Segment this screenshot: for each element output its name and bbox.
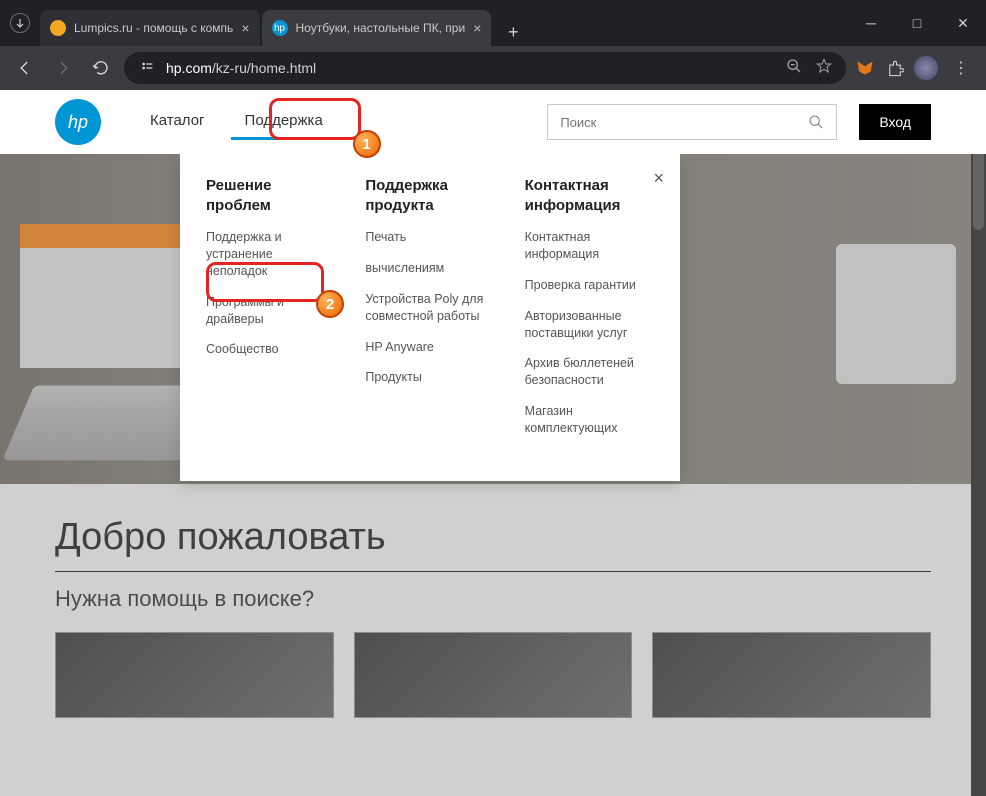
dd-link-print[interactable]: Печать xyxy=(365,229,494,246)
dd-link-products[interactable]: Продукты xyxy=(365,369,494,386)
search-input[interactable] xyxy=(560,115,808,130)
dd-link-poly[interactable]: Устройства Poly для совместной работы xyxy=(365,291,494,325)
nav-catalog[interactable]: Каталог xyxy=(136,104,219,140)
annotation-badge-2: 2 xyxy=(316,290,344,318)
dd-title: Решение проблем xyxy=(206,176,335,215)
new-tab-button[interactable]: + xyxy=(499,18,527,46)
annotation-badge-1: 1 xyxy=(353,130,381,158)
browser-tabs: Lumpics.ru - помощь с компь × hp Ноутбук… xyxy=(40,0,848,46)
extensions-icon[interactable] xyxy=(884,57,906,79)
support-dropdown: × Решение проблем Поддержка и устранение… xyxy=(180,154,680,481)
maximize-button[interactable]: □ xyxy=(894,0,940,46)
dd-link-anyware[interactable]: HP Anyware xyxy=(365,339,494,356)
metamask-icon[interactable] xyxy=(854,57,876,79)
dd-link-store[interactable]: Магазин комплектующих xyxy=(525,403,654,437)
back-button[interactable] xyxy=(10,53,40,83)
dd-link-compute[interactable]: вычислениям xyxy=(365,260,494,277)
annotation-box-1 xyxy=(269,98,361,140)
hp-nav: Каталог Поддержка 1 xyxy=(136,104,337,140)
forward-button[interactable] xyxy=(48,53,78,83)
login-button[interactable]: Вход xyxy=(859,104,931,140)
hp-search[interactable] xyxy=(547,104,837,140)
dd-title: Контактная информация xyxy=(525,176,654,215)
dd-title: Поддержка продукта xyxy=(365,176,494,215)
page-viewport: hp Каталог Поддержка 1 Вход × Решение пр… xyxy=(0,90,986,796)
minimize-button[interactable]: ─ xyxy=(848,0,894,46)
window-titlebar: Lumpics.ru - помощь с компь × hp Ноутбук… xyxy=(0,0,986,46)
tab-search-button[interactable] xyxy=(10,13,30,33)
favicon-hp: hp xyxy=(272,20,288,36)
site-info-icon[interactable] xyxy=(138,59,156,77)
dropdown-col-contact: Контактная информация Контактная информа… xyxy=(525,176,654,451)
address-bar[interactable]: hp.com/kz-ru/home.html xyxy=(124,52,846,84)
dd-link-authorized[interactable]: Авторизованные поставщики услуг xyxy=(525,308,654,342)
dd-link-bulletins[interactable]: Архив бюллетеней безопасности xyxy=(525,355,654,389)
close-icon[interactable]: × xyxy=(241,20,249,36)
window-controls: ─ □ ✕ xyxy=(848,0,986,46)
dropdown-close-icon[interactable]: × xyxy=(653,168,664,189)
hp-logo[interactable]: hp xyxy=(55,99,101,145)
dd-link-warranty[interactable]: Проверка гарантии xyxy=(525,277,654,294)
close-icon[interactable]: × xyxy=(473,20,481,36)
tab-title: Ноутбуки, настольные ПК, при xyxy=(296,21,466,35)
profile-avatar[interactable] xyxy=(914,56,938,80)
dropdown-col-troubleshoot: Решение проблем Поддержка и устранение н… xyxy=(206,176,335,451)
dropdown-col-product: Поддержка продукта Печать вычислениям Ус… xyxy=(365,176,494,451)
bookmark-icon[interactable] xyxy=(816,58,832,79)
browser-toolbar: hp.com/kz-ru/home.html ⋮ xyxy=(0,46,986,90)
dd-link-community[interactable]: Сообщество xyxy=(206,341,335,358)
zoom-icon[interactable] xyxy=(786,58,802,79)
url-text: hp.com/kz-ru/home.html xyxy=(166,60,316,76)
tab-title: Lumpics.ru - помощь с компь xyxy=(74,21,233,35)
annotation-box-2 xyxy=(206,262,324,302)
hp-header: hp Каталог Поддержка 1 Вход xyxy=(0,90,986,154)
menu-button[interactable]: ⋮ xyxy=(946,53,976,83)
favicon-lumpics xyxy=(50,20,66,36)
browser-tab-lumpics[interactable]: Lumpics.ru - помощь с компь × xyxy=(40,10,260,46)
browser-tab-hp[interactable]: hp Ноутбуки, настольные ПК, при × xyxy=(262,10,492,46)
close-window-button[interactable]: ✕ xyxy=(940,0,986,46)
dd-link-contact[interactable]: Контактная информация xyxy=(525,229,654,263)
search-icon[interactable] xyxy=(808,114,824,130)
reload-button[interactable] xyxy=(86,53,116,83)
